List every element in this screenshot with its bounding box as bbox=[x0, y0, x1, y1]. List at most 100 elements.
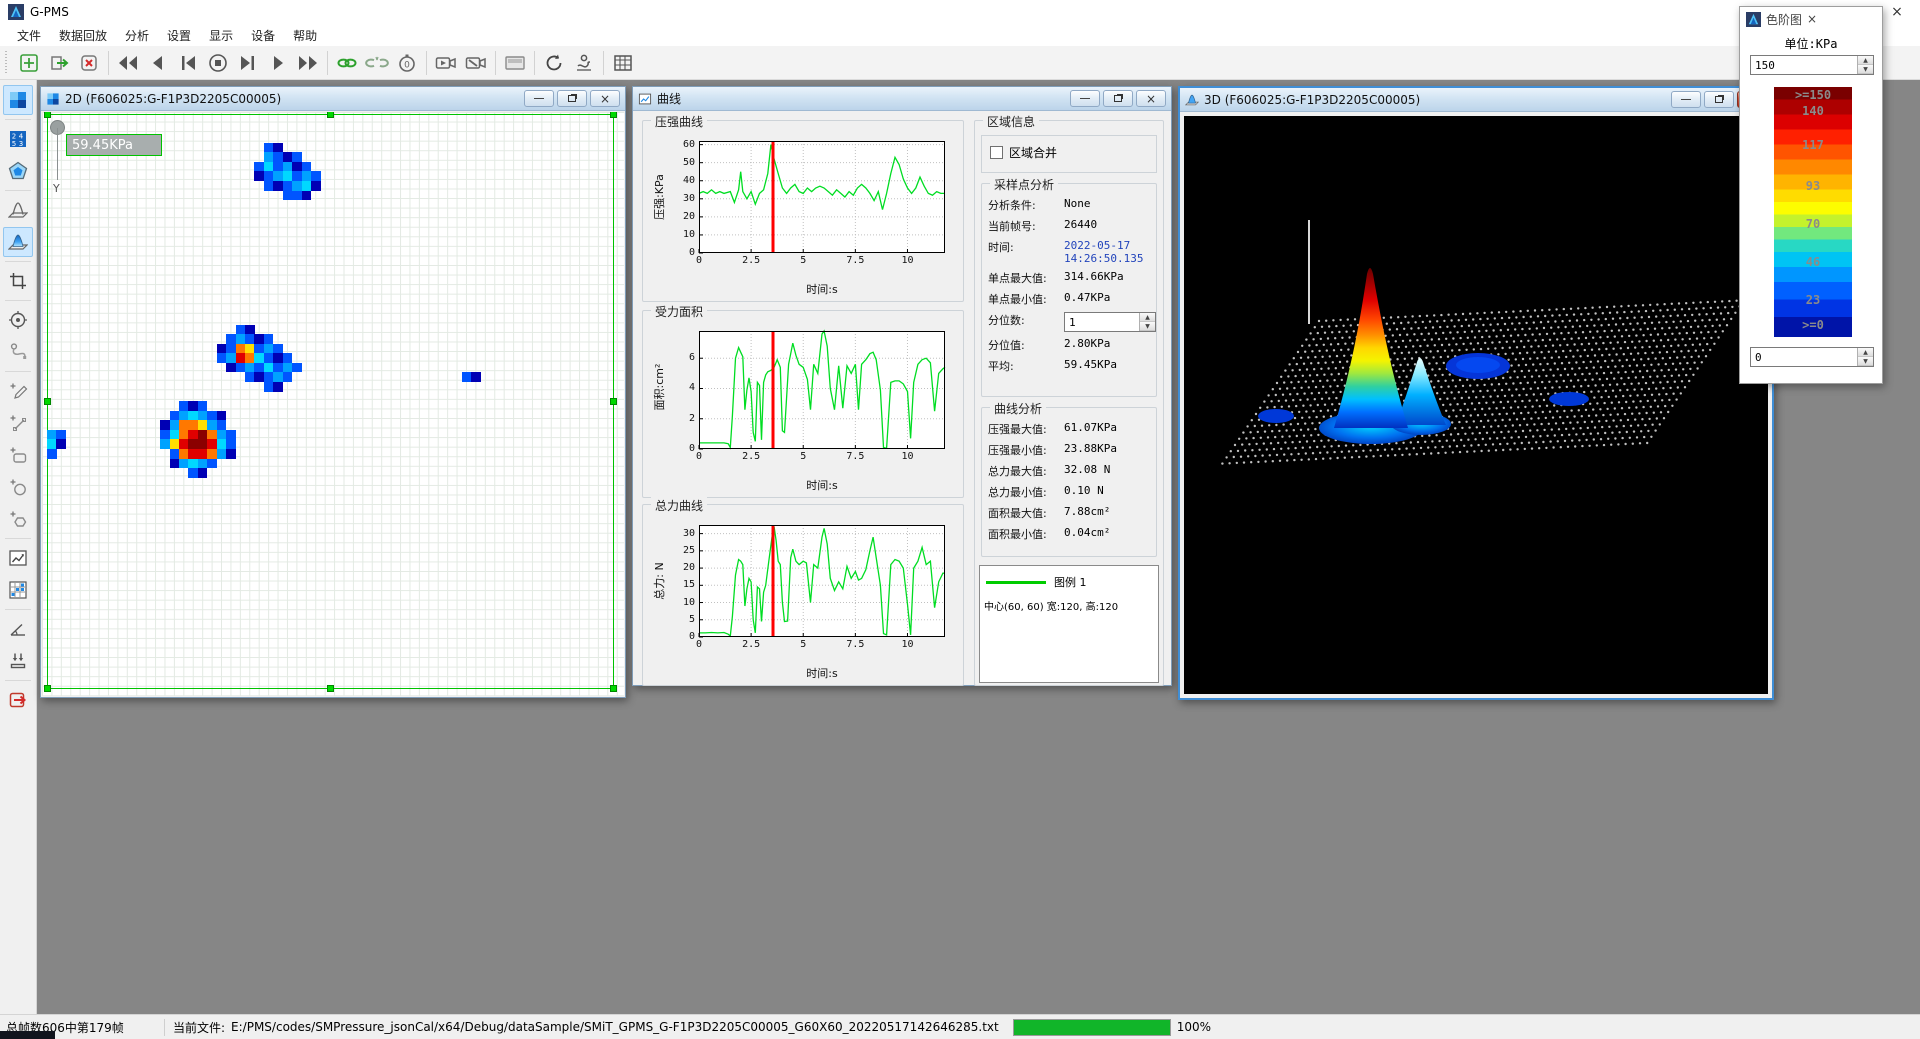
stop-button[interactable] bbox=[203, 49, 233, 77]
2d-window-titlebar[interactable]: 2D (F606025:G-F1P3D2205C00005) × bbox=[41, 87, 625, 111]
selection-handle[interactable] bbox=[610, 685, 617, 692]
sidebar-item-crop-tool[interactable] bbox=[3, 266, 33, 296]
spin-down-icon[interactable]: ▼ bbox=[1858, 357, 1873, 366]
menu-item-3[interactable]: 分析 bbox=[116, 25, 158, 46]
pressure-cell bbox=[254, 334, 264, 344]
3d-window-titlebar[interactable]: 3D (F606025:G-F1P3D2205C00005) × bbox=[1180, 88, 1772, 112]
sidebar-item-matrix-view[interactable] bbox=[3, 575, 33, 605]
sidebar-item-center-tool[interactable] bbox=[3, 305, 33, 335]
screenshot-button[interactable] bbox=[500, 49, 530, 77]
sidebar-item-trajectory-tool[interactable] bbox=[3, 337, 33, 367]
2d-close-button[interactable]: × bbox=[590, 90, 620, 107]
signature-button[interactable] bbox=[569, 49, 599, 77]
quantile-input[interactable] bbox=[1065, 313, 1139, 331]
2d-restore-button[interactable] bbox=[557, 90, 587, 107]
3d-restore-button[interactable] bbox=[1704, 91, 1734, 108]
menu-item-2[interactable]: 数据回放 bbox=[50, 25, 116, 46]
info-value: 61.07KPa bbox=[1064, 421, 1117, 434]
export-button[interactable] bbox=[44, 49, 74, 77]
toolbar-grip[interactable] bbox=[5, 51, 11, 75]
refresh-button[interactable] bbox=[539, 49, 569, 77]
colormap-min-spinner[interactable]: ▲▼ bbox=[1857, 348, 1873, 366]
restore-icon bbox=[1715, 96, 1723, 103]
sidebar-item-region-pentagon[interactable] bbox=[3, 156, 33, 186]
sidebar-item-exit-tool[interactable] bbox=[3, 685, 33, 715]
area-curve-plot[interactable]: 02.557.5100246 bbox=[699, 331, 945, 449]
curves-minimize-button[interactable] bbox=[1070, 90, 1100, 107]
sidebar-item-draw-circle[interactable] bbox=[3, 472, 33, 502]
sidebar-item-view-3d-wire[interactable] bbox=[3, 195, 33, 225]
spin-up-icon[interactable]: ▲ bbox=[1858, 348, 1873, 357]
sidebar-item-draw-line[interactable] bbox=[3, 408, 33, 438]
selection-handle[interactable] bbox=[44, 112, 51, 118]
selection-handle[interactable] bbox=[610, 112, 617, 118]
add-button[interactable] bbox=[14, 49, 44, 77]
menu-item-6[interactable]: 设备 bbox=[242, 25, 284, 46]
minimize-icon bbox=[1080, 98, 1090, 99]
info-value: 7.88cm² bbox=[1064, 505, 1110, 518]
selection-rect[interactable] bbox=[47, 114, 614, 689]
pressure-cell bbox=[226, 363, 236, 373]
camera-record-button[interactable] bbox=[431, 49, 461, 77]
unlink-button[interactable] bbox=[362, 49, 392, 77]
colormap-max-spinner[interactable]: ▲▼ bbox=[1857, 56, 1873, 74]
colormap-close-button[interactable]: × bbox=[1807, 12, 1817, 26]
curves-window-titlebar[interactable]: 曲线 × bbox=[633, 87, 1171, 111]
sidebar-item-draw-pencil[interactable] bbox=[3, 376, 33, 406]
sidebar-item-view-2d[interactable] bbox=[3, 85, 33, 115]
pressure-x-axis-label: 时间:s bbox=[699, 281, 945, 297]
go-end-button[interactable] bbox=[233, 49, 263, 77]
sidebar-item-frame-grid[interactable]: 2453 bbox=[3, 124, 33, 154]
app-titlebar[interactable]: G-PMS × bbox=[0, 0, 1920, 24]
calendar-button[interactable] bbox=[608, 49, 638, 77]
selection-handle[interactable] bbox=[327, 112, 334, 118]
go-start-button[interactable] bbox=[173, 49, 203, 77]
menu-item-4[interactable]: 设置 bbox=[158, 25, 200, 46]
x-tick-label: 5 bbox=[793, 451, 813, 462]
region-merge-checkbox[interactable] bbox=[990, 146, 1003, 159]
spin-down-icon[interactable]: ▼ bbox=[1858, 65, 1873, 74]
link-button[interactable] bbox=[332, 49, 362, 77]
pressure-grid-2d[interactable]: Y 59.45KPa bbox=[42, 112, 624, 696]
quantile-spinner[interactable]: ▲▼ bbox=[1139, 313, 1155, 331]
force-y-axis-label: 总力: N bbox=[651, 562, 667, 599]
sidebar-item-apply-tool[interactable] bbox=[3, 646, 33, 676]
pressure-tooltip[interactable]: 59.45KPa bbox=[66, 134, 162, 156]
camera-stop-button[interactable] bbox=[461, 49, 491, 77]
pressure-cell bbox=[292, 162, 302, 172]
selection-handle[interactable] bbox=[610, 398, 617, 405]
sidebar-item-draw-rect[interactable] bbox=[3, 440, 33, 470]
colormap-max-input[interactable] bbox=[1751, 56, 1857, 74]
delete-button[interactable] bbox=[74, 49, 104, 77]
step-back-button[interactable] bbox=[143, 49, 173, 77]
colormap-min-input[interactable] bbox=[1751, 348, 1857, 366]
sidebar-item-view-3d[interactable] bbox=[3, 227, 33, 257]
selection-handle[interactable] bbox=[44, 685, 51, 692]
pressure-curve-plot[interactable]: 02.557.5100102030405060 bbox=[699, 141, 945, 253]
fast-forward-button[interactable] bbox=[293, 49, 323, 77]
selection-handle[interactable] bbox=[44, 398, 51, 405]
menu-item-1[interactable]: 文件 bbox=[8, 25, 50, 46]
3d-minimize-button[interactable] bbox=[1671, 91, 1701, 108]
play-button[interactable] bbox=[263, 49, 293, 77]
menu-item-5[interactable]: 显示 bbox=[200, 25, 242, 46]
curves-close-button[interactable]: × bbox=[1136, 90, 1166, 107]
merge-frame: 区域合并 bbox=[981, 135, 1157, 173]
spin-up-icon[interactable]: ▲ bbox=[1858, 56, 1873, 65]
menu-item-7[interactable]: 帮助 bbox=[284, 25, 326, 46]
force-curve-plot[interactable]: 02.557.510051015202530 bbox=[699, 525, 945, 637]
sidebar-item-result-chart[interactable] bbox=[3, 543, 33, 573]
3d-scene[interactable] bbox=[1184, 116, 1768, 694]
spin-up-icon[interactable]: ▲ bbox=[1140, 313, 1155, 322]
2d-minimize-button[interactable] bbox=[524, 90, 554, 107]
sidebar-item-angle-tool[interactable] bbox=[3, 614, 33, 644]
timer-button[interactable]: 0 bbox=[392, 49, 422, 77]
spin-down-icon[interactable]: ▼ bbox=[1140, 322, 1155, 331]
rewind-button[interactable] bbox=[113, 49, 143, 77]
sidebar-item-draw-polygon[interactable] bbox=[3, 504, 33, 534]
3d-window: 3D (F606025:G-F1P3D2205C00005) × bbox=[1178, 86, 1774, 700]
curves-restore-button[interactable] bbox=[1103, 90, 1133, 107]
info-value: 23.88KPa bbox=[1064, 442, 1117, 455]
colormap-titlebar[interactable]: 色阶图 × bbox=[1740, 7, 1882, 31]
selection-handle[interactable] bbox=[327, 685, 334, 692]
